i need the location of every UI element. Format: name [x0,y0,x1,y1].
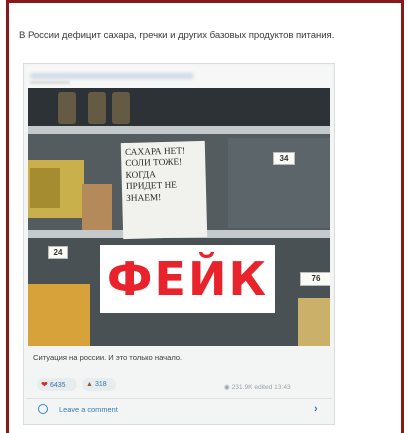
reaction-count: 318 [95,381,107,388]
reaction-count: 6435 [50,382,66,389]
chevron-right-icon: › [314,403,318,415]
comment-bubble-icon [38,404,48,414]
divider [26,398,332,399]
reaction-heart[interactable]: ❤ 6435 [37,378,77,391]
leave-comment-label: Leave a comment [59,405,118,414]
shelf-product [112,92,130,124]
blurred-channel-sub [30,81,70,84]
reaction-poop[interactable]: ▲ 318 [82,378,116,391]
fake-stamp-text: ФЕЙК [106,252,269,306]
fake-stamp: ФЕЙК [100,245,275,313]
price-tag: 34 [273,152,295,165]
price-tag: 76 [300,272,330,286]
shelf-product [28,284,90,346]
post-meta: ◉ 231.9K edited 13:43 [224,383,291,391]
leave-comment-button[interactable]: Leave a comment › [38,403,328,418]
shelf-product [88,92,106,124]
heart-icon: ❤ [41,380,48,389]
post-header [26,66,332,88]
edited-time: edited 13:43 [254,384,291,391]
views-count: 231.9K [231,384,253,391]
article-headline: В России дефицит сахара, гречки и других… [19,30,335,41]
poop-emoji-icon: ▲ [86,381,93,388]
price-tag: 24 [48,246,68,259]
post-caption: Ситуация на россии. И это только начало. [33,353,183,362]
eye-icon: ◉ [224,384,230,391]
shelf-product [30,168,60,208]
shelf-edge [28,126,330,134]
post-photo: 34 24 76 САХАРА НЕТ! СОЛИ ТОЖЕ! КОГДА ПР… [28,88,330,346]
shelf-product [82,184,112,232]
handwritten-sign: САХАРА НЕТ! СОЛИ ТОЖЕ! КОГДА ПРИДЕТ НЕ З… [120,140,208,240]
shelf-product [298,298,330,346]
shelf-product [58,92,76,124]
sign-line: ЗНАЕМ! [126,192,162,204]
blurred-channel-name [30,73,194,79]
